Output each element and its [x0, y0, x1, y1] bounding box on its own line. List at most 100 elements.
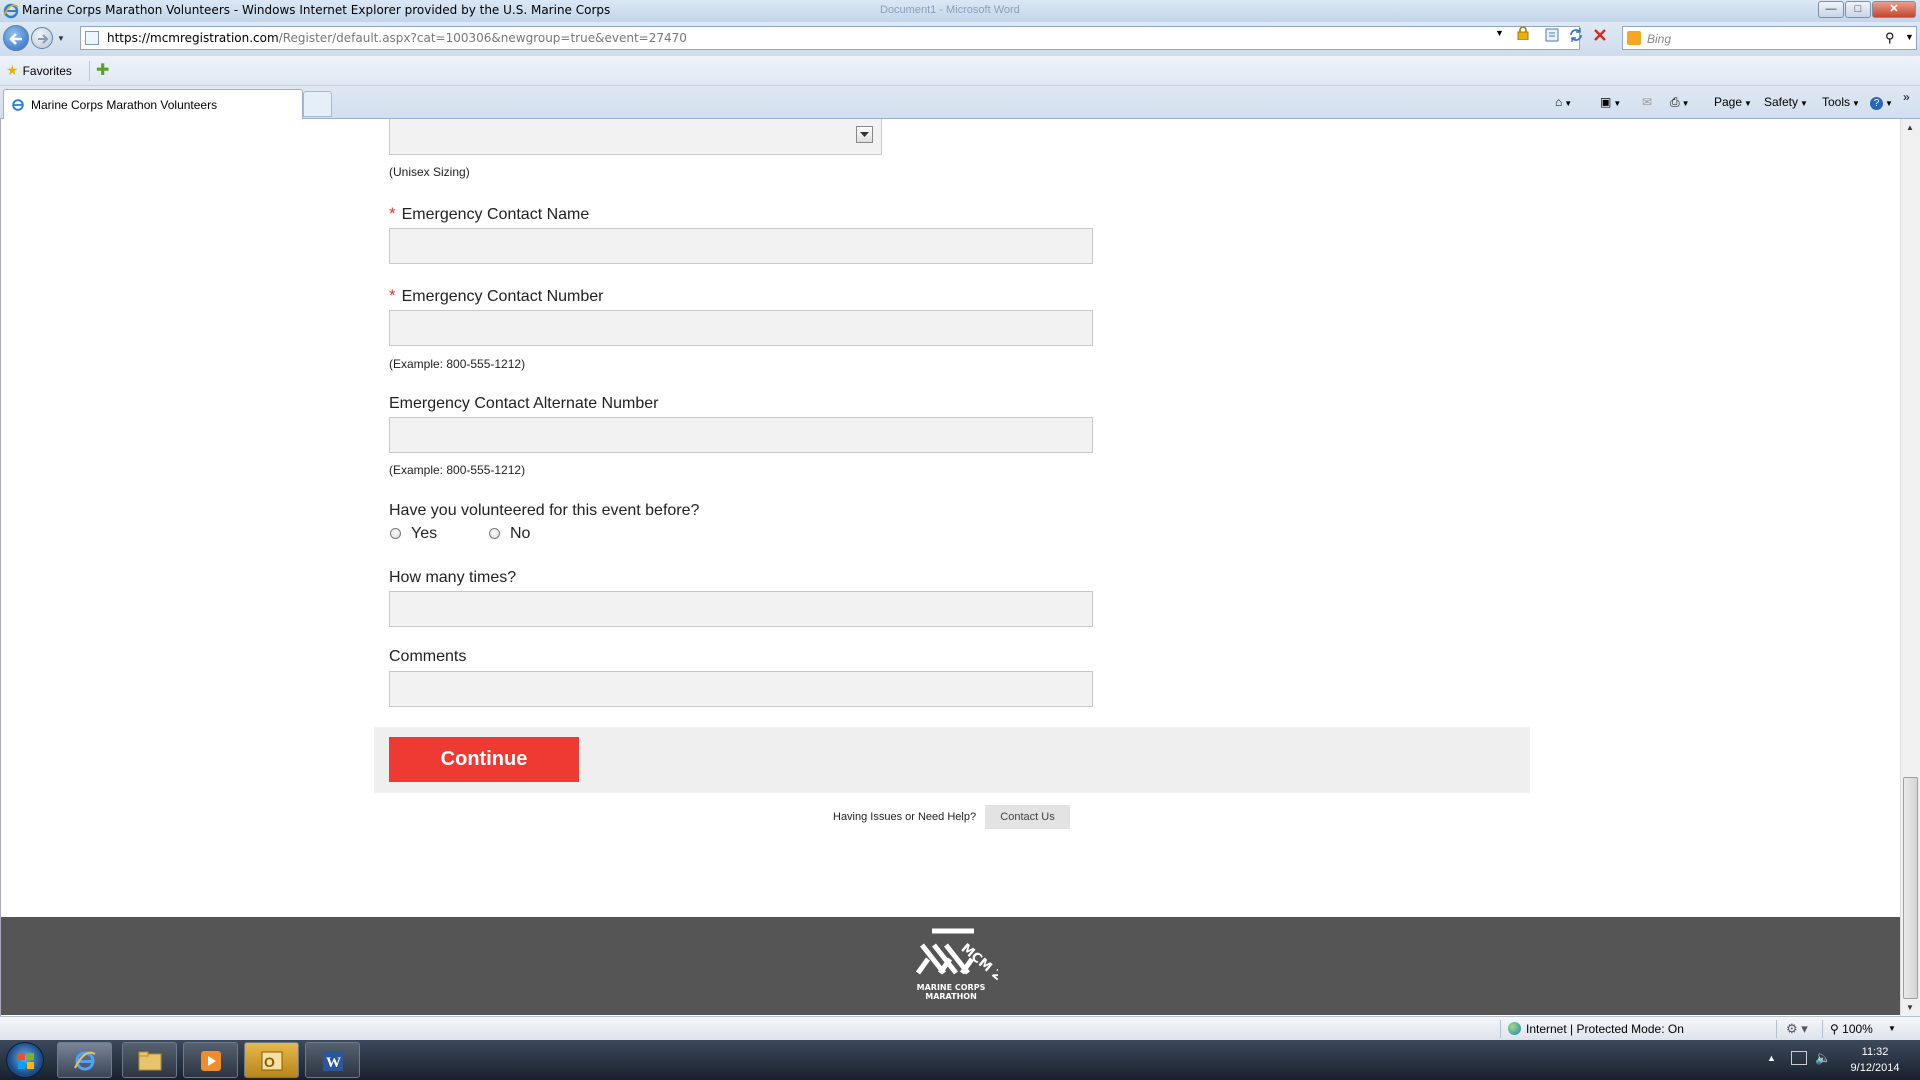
status-bar: Internet | Protected Mode: On ⚙ ▾ ⚲ 100%… [0, 1016, 1920, 1040]
favorites-label: Favorites [22, 64, 72, 78]
continue-section: Continue [374, 727, 1530, 793]
page-menu[interactable]: Page ▼ [1714, 95, 1752, 109]
folder-icon [138, 1051, 162, 1071]
zoom-dropdown-icon[interactable]: ▼ [1888, 1024, 1896, 1033]
emergency-contact-alternate-input[interactable] [389, 417, 1093, 453]
continue-button[interactable]: Continue [389, 737, 579, 782]
tab-marine-corps-marathon[interactable]: Marine Corps Marathon Volunteers [3, 89, 303, 119]
start-button[interactable] [6, 1042, 44, 1078]
volume-icon[interactable]: 🔈 [1815, 1050, 1831, 1066]
shirt-size-hint: (Unisex Sizing) [389, 165, 470, 179]
clock-time: 11:32 [1861, 1046, 1889, 1058]
tab-label: Marine Corps Marathon Volunteers [31, 98, 218, 112]
recent-pages-dropdown-icon[interactable]: ▼ [57, 34, 65, 43]
security-zone[interactable]: Internet | Protected Mode: On [1508, 1022, 1684, 1036]
favorites-button[interactable]: ★ Favorites [6, 62, 72, 79]
taskbar-word[interactable]: W [305, 1042, 360, 1078]
lock-icon[interactable] [1517, 26, 1529, 40]
maximize-button[interactable]: □ [1845, 1, 1871, 18]
favorites-bar: ★ Favorites ✚ [0, 56, 1920, 86]
show-hidden-icons-icon[interactable]: ▲ [1767, 1053, 1776, 1063]
tab-ie-icon [12, 99, 24, 111]
how-many-times-input[interactable] [389, 591, 1093, 627]
emergency-contact-name-input[interactable] [389, 228, 1093, 264]
radio-yes-label[interactable]: Yes [411, 525, 437, 543]
chevron-more-icon[interactable]: » [1903, 90, 1910, 104]
zoom-magnifier-icon: ⚲ [1830, 1022, 1839, 1036]
protected-mode-settings-icon[interactable]: ⚙ ▾ [1786, 1021, 1808, 1037]
home-button[interactable]: ⌂ ▼ [1555, 95, 1572, 109]
refresh-icon[interactable] [1568, 27, 1584, 43]
emergency-contact-alternate-hint: (Example: 800-555-1212) [389, 463, 526, 477]
address-bar[interactable]: https://mcmregistration.com/Register/def… [80, 26, 1580, 50]
forward-button[interactable] [31, 27, 53, 49]
search-placeholder: Bing [1647, 32, 1672, 46]
svg-text:O: O [264, 1054, 275, 1070]
zoom-value: 100% [1842, 1022, 1873, 1036]
tools-menu[interactable]: Tools ▼ [1822, 95, 1860, 109]
word-icon: W [323, 1051, 343, 1071]
add-to-favorites-bar-icon[interactable]: ✚ [96, 60, 109, 80]
emergency-contact-name-text: Emergency Contact Name [401, 206, 590, 223]
outlook-icon: O [261, 1051, 283, 1071]
back-arrow-icon [9, 33, 22, 45]
url-path: /Register/default.aspx?cat=100306&newgro… [278, 31, 687, 45]
compatibility-view-icon[interactable] [1544, 27, 1560, 43]
close-window-button[interactable]: ✕ [1872, 1, 1916, 18]
back-button[interactable] [3, 25, 29, 51]
vertical-scrollbar[interactable]: ▲ ▼ [1900, 119, 1920, 1016]
emergency-contact-alternate-label: Emergency Contact Alternate Number [389, 395, 659, 412]
contact-us-button[interactable]: Contact Us [985, 805, 1070, 829]
required-asterisk: * [389, 286, 396, 305]
search-icon[interactable]: ⚲ [1885, 30, 1895, 46]
scrollbar-thumb[interactable] [1903, 777, 1918, 999]
volunteered-before-label: Have you volunteered for this event befo… [389, 502, 700, 519]
status-divider [1500, 1020, 1501, 1038]
security-zone-text: Internet | Protected Mode: On [1526, 1022, 1684, 1036]
scroll-up-arrow-icon[interactable]: ▲ [1906, 123, 1914, 132]
system-clock[interactable]: 11:32 9/12/2014 [1840, 1044, 1910, 1076]
zoom-level[interactable]: ⚲ 100% [1830, 1022, 1873, 1036]
safety-menu[interactable]: Safety ▼ [1764, 95, 1808, 109]
stop-icon[interactable] [1592, 27, 1608, 43]
emergency-contact-number-text: Emergency Contact Number [401, 288, 604, 305]
address-toolbar: ▼ https://mcmregistration.com/Register/d… [0, 22, 1920, 56]
toolbar-divider [89, 61, 90, 81]
feeds-button[interactable]: ▣ ▼ [1600, 95, 1621, 109]
how-many-times-label: How many times? [389, 569, 517, 586]
read-mail-button[interactable]: ✉ [1642, 95, 1652, 109]
new-tab-button[interactable] [303, 91, 332, 117]
shirt-size-select[interactable] [389, 119, 882, 155]
help-menu[interactable]: ? ▼ [1870, 95, 1893, 110]
taskbar-internet-explorer[interactable] [57, 1042, 112, 1078]
comments-input[interactable] [389, 671, 1093, 707]
search-dropdown-icon[interactable]: ▼ [1905, 32, 1914, 42]
select-dropdown-button[interactable] [856, 126, 873, 143]
url-text[interactable]: https://mcmregistration.com/Register/def… [107, 31, 687, 45]
minimize-button[interactable]: — [1818, 1, 1844, 18]
emergency-contact-number-label: * Emergency Contact Number [389, 286, 603, 306]
address-dropdown-icon[interactable]: ▼ [1495, 28, 1504, 38]
print-button[interactable]: ⎙ ▼ [1670, 95, 1690, 110]
radio-no[interactable] [489, 528, 500, 539]
radio-yes[interactable] [390, 528, 401, 539]
page-icon [85, 31, 99, 45]
page-footer: MCM 26.2 MARINE CORPS MARATHON [1, 917, 1901, 1015]
emergency-contact-number-hint: (Example: 800-555-1212) [389, 357, 526, 371]
taskbar-outlook[interactable]: O [244, 1042, 299, 1078]
search-box[interactable]: Bing ⚲ ▼ [1622, 26, 1917, 50]
taskbar-windows-explorer[interactable] [122, 1042, 177, 1078]
chevron-down-icon [860, 132, 869, 137]
internet-explorer-icon [74, 1051, 96, 1071]
emergency-contact-number-input[interactable] [389, 310, 1093, 346]
scroll-down-arrow-icon[interactable]: ▼ [1906, 1003, 1914, 1012]
rss-feed-icon: ▣ [1600, 95, 1612, 109]
network-icon[interactable] [1791, 1051, 1807, 1065]
window-title-bar: Marine Corps Marathon Volunteers - Windo… [0, 0, 1920, 22]
radio-no-label[interactable]: No [510, 525, 530, 543]
internet-globe-icon [1508, 1022, 1521, 1035]
safety-menu-label: Safety [1764, 95, 1799, 109]
taskbar-media-player[interactable] [183, 1042, 238, 1078]
printer-icon: ⎙ [1670, 95, 1680, 109]
internet-explorer-icon [3, 3, 19, 19]
